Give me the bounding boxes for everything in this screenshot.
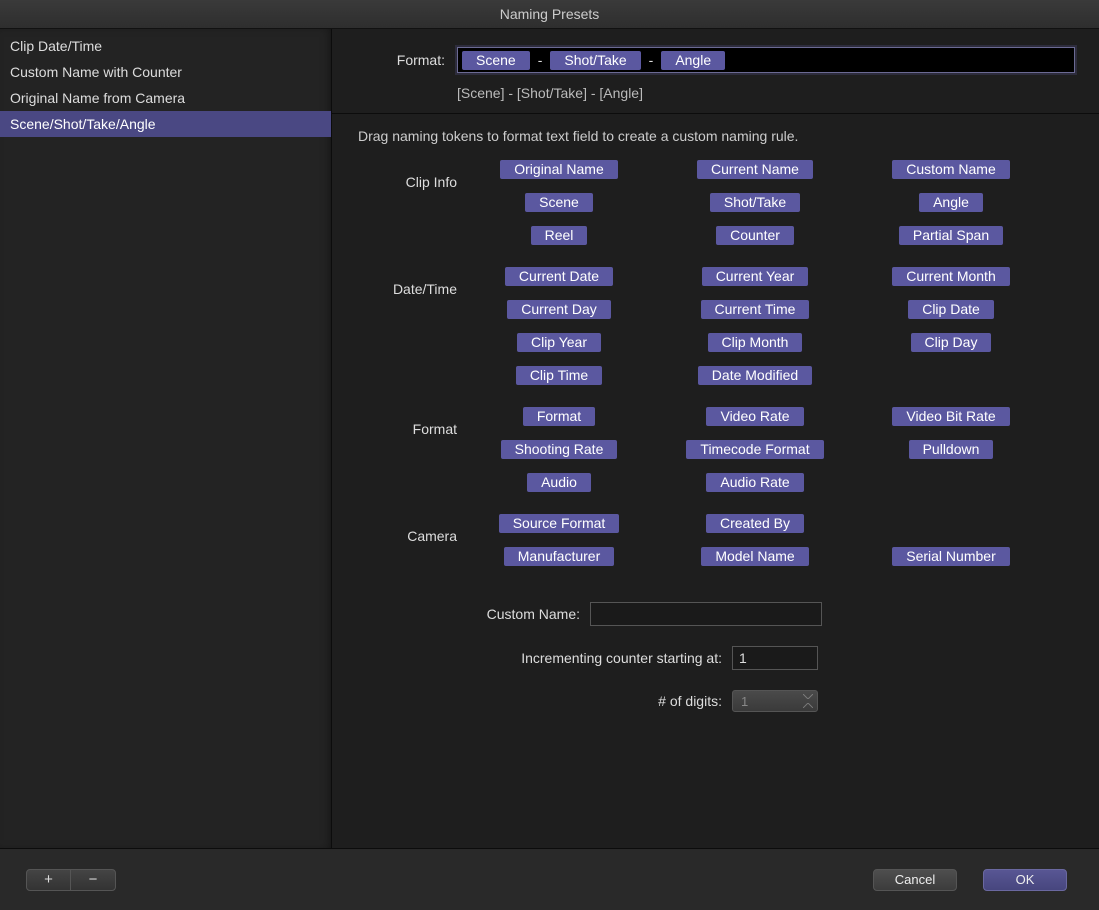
token-source-format[interactable]: Source Format: [499, 514, 620, 533]
cancel-button-label: Cancel: [895, 872, 935, 887]
content-pane: Format: Scene - Shot/Take - Angle [Scene…: [332, 29, 1099, 848]
sidebar-item-label: Scene/Shot/Take/Angle: [10, 116, 156, 132]
token-partial-span[interactable]: Partial Span: [899, 226, 1003, 245]
token-current-time[interactable]: Current Time: [701, 300, 810, 319]
custom-name-label: Custom Name:: [332, 606, 590, 622]
sidebar-item-clip-date-time[interactable]: Clip Date/Time: [0, 33, 331, 59]
digits-select[interactable]: 1: [732, 690, 818, 712]
sidebar-item-label: Clip Date/Time: [10, 38, 102, 54]
token-shooting-rate[interactable]: Shooting Rate: [501, 440, 618, 459]
token-shot-take[interactable]: Shot/Take: [710, 193, 800, 212]
custom-name-input[interactable]: [590, 602, 822, 626]
token-audio-rate[interactable]: Audio Rate: [706, 473, 803, 492]
token-model-name[interactable]: Model Name: [701, 547, 808, 566]
token-original-name[interactable]: Original Name: [500, 160, 617, 179]
token-pulldown[interactable]: Pulldown: [909, 440, 994, 459]
token-timecode-format[interactable]: Timecode Format: [686, 440, 823, 459]
plus-icon: +: [44, 871, 53, 888]
window-titlebar: Naming Presets: [0, 0, 1099, 29]
section-label-clip-info: Clip Info: [332, 160, 457, 245]
format-preview: [Scene] - [Shot/Take] - [Angle]: [457, 85, 643, 101]
ok-button[interactable]: OK: [983, 869, 1067, 891]
sidebar-item-original-name-camera[interactable]: Original Name from Camera: [0, 85, 331, 111]
token-clip-month[interactable]: Clip Month: [708, 333, 803, 352]
counter-start-label: Incrementing counter starting at:: [332, 650, 732, 666]
token-audio[interactable]: Audio: [527, 473, 591, 492]
add-preset-button[interactable]: +: [27, 870, 71, 890]
token-angle[interactable]: Angle: [919, 193, 983, 212]
token-grid-date-time: Current Date Current Year Current Month …: [457, 267, 1079, 385]
section-label-camera: Camera: [332, 514, 457, 566]
token-video-rate[interactable]: Video Rate: [706, 407, 803, 426]
section-label-format: Format: [332, 407, 457, 492]
token-current-month[interactable]: Current Month: [892, 267, 1009, 286]
counter-start-input[interactable]: [732, 646, 818, 670]
format-token-angle[interactable]: Angle: [661, 51, 725, 70]
token-grid-format: Format Video Rate Video Bit Rate Shootin…: [457, 407, 1079, 492]
token-grid-clip-info: Original Name Current Name Custom Name S…: [457, 160, 1079, 245]
token-clip-day[interactable]: Clip Day: [911, 333, 992, 352]
cancel-button[interactable]: Cancel: [873, 869, 957, 891]
format-label: Format:: [332, 52, 457, 68]
token-current-name[interactable]: Current Name: [697, 160, 813, 179]
token-scene[interactable]: Scene: [525, 193, 593, 212]
digits-select-value: 1: [741, 694, 748, 709]
format-token-scene[interactable]: Scene: [462, 51, 530, 70]
sidebar-item-scene-shot-take-angle[interactable]: Scene/Shot/Take/Angle: [0, 111, 331, 137]
window-title: Naming Presets: [500, 6, 600, 22]
token-clip-year[interactable]: Clip Year: [517, 333, 601, 352]
token-format[interactable]: Format: [523, 407, 595, 426]
token-current-year[interactable]: Current Year: [702, 267, 809, 286]
ok-button-label: OK: [1016, 872, 1035, 887]
token-clip-time[interactable]: Clip Time: [516, 366, 602, 385]
token-reel[interactable]: Reel: [531, 226, 588, 245]
token-serial-number[interactable]: Serial Number: [892, 547, 1009, 566]
format-token-shot-take[interactable]: Shot/Take: [550, 51, 640, 70]
sidebar-item-label: Original Name from Camera: [10, 90, 185, 106]
sidebar-item-custom-name-counter[interactable]: Custom Name with Counter: [0, 59, 331, 85]
format-separator: -: [645, 52, 658, 68]
format-separator: -: [534, 52, 547, 68]
digits-label: # of digits:: [332, 693, 732, 709]
token-date-modified[interactable]: Date Modified: [698, 366, 812, 385]
format-field[interactable]: Scene - Shot/Take - Angle: [457, 47, 1075, 73]
token-manufacturer[interactable]: Manufacturer: [504, 547, 614, 566]
token-created-by[interactable]: Created By: [706, 514, 804, 533]
token-counter[interactable]: Counter: [716, 226, 794, 245]
footer-bar: + − Cancel OK: [0, 848, 1099, 910]
token-custom-name[interactable]: Custom Name: [892, 160, 1009, 179]
preset-list: Clip Date/Time Custom Name with Counter …: [0, 29, 332, 848]
remove-preset-button[interactable]: −: [71, 870, 115, 890]
token-current-day[interactable]: Current Day: [507, 300, 610, 319]
section-label-date-time: Date/Time: [332, 267, 457, 385]
instruction-text: Drag naming tokens to format text field …: [332, 114, 1099, 154]
token-grid-camera: Source Format Created By Manufacturer Mo…: [457, 514, 1079, 566]
token-video-bit-rate[interactable]: Video Bit Rate: [892, 407, 1009, 426]
minus-icon: −: [89, 871, 98, 888]
token-current-date[interactable]: Current Date: [505, 267, 613, 286]
sidebar-item-label: Custom Name with Counter: [10, 64, 182, 80]
token-clip-date[interactable]: Clip Date: [908, 300, 994, 319]
add-remove-group: + −: [26, 869, 116, 891]
